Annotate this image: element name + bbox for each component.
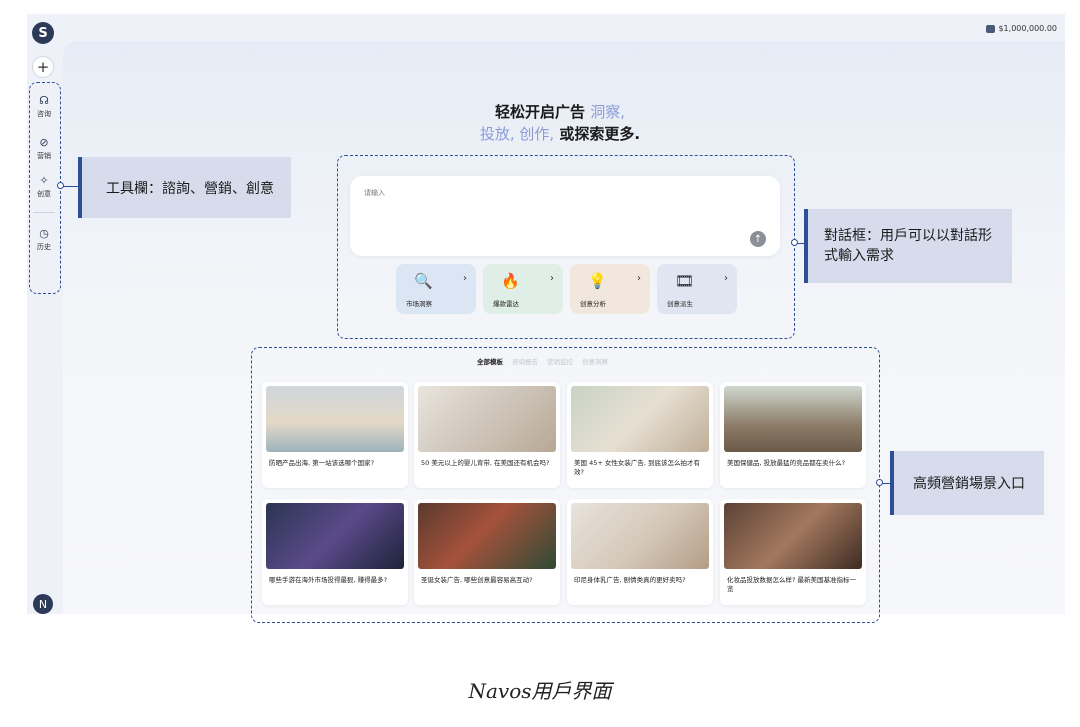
toolbar-callout: 工具欄：諮詢、營銷、創意 (78, 157, 291, 218)
dialog-connector-dot (791, 239, 798, 246)
logo[interactable]: S (32, 22, 54, 44)
scenes-highlight (251, 347, 880, 623)
dialog-callout-text: 對話框：用戶可以以對話形式輸入需求 (824, 228, 992, 264)
figure-caption: Navos用戶界面 (468, 679, 612, 703)
headline: 轻松开启广告 洞察, 投放, 创作, 或探索更多. (430, 101, 690, 145)
wallet-icon (986, 24, 996, 33)
dialog-callout: 對話框：用戶可以以對話形式輸入需求 (804, 209, 1012, 283)
dialog-highlight (337, 155, 795, 339)
headline-line1: 轻松开启广告 (494, 103, 585, 121)
scenes-connector-dot (876, 479, 883, 486)
balance-value: $1,000,000.00 (998, 24, 1057, 33)
new-chat-button[interactable]: + (32, 56, 54, 78)
balance-display[interactable]: $1,000,000.00 (986, 24, 1057, 33)
headline-line2-accent: 投放, 创作, (479, 125, 555, 143)
headline-line1-accent: 洞察, (590, 103, 626, 121)
toolbar-connector-dot (57, 182, 64, 189)
scenes-callout-text: 高頻營銷場景入口 (913, 476, 1025, 492)
toolbar-callout-text: 工具欄：諮詢、營銷、創意 (106, 180, 274, 197)
scenes-callout: 高頻營銷場景入口 (890, 451, 1044, 515)
headline-line2: 或探索更多. (559, 125, 641, 143)
avatar[interactable]: N (33, 594, 53, 614)
toolbar-highlight (29, 82, 61, 294)
